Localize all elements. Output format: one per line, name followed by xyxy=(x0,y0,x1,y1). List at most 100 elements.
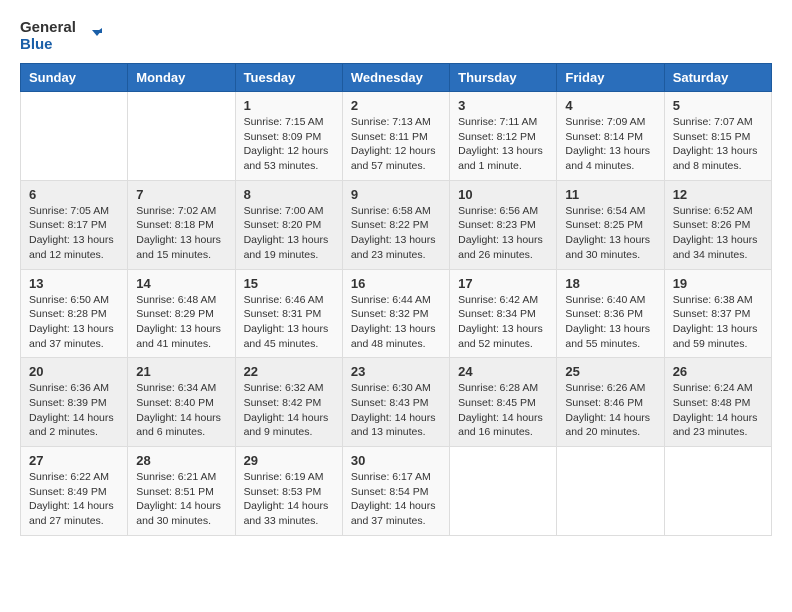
calendar-cell xyxy=(664,447,771,536)
day-number: 4 xyxy=(565,98,655,113)
day-info: Sunrise: 7:13 AM Sunset: 8:11 PM Dayligh… xyxy=(351,115,441,174)
day-number: 21 xyxy=(136,364,226,379)
calendar-day-header: Sunday xyxy=(21,64,128,92)
day-info: Sunrise: 6:34 AM Sunset: 8:40 PM Dayligh… xyxy=(136,381,226,440)
calendar-cell: 25 Sunrise: 6:26 AM Sunset: 8:46 PM Dayli… xyxy=(557,358,664,447)
calendar-cell: 1Sunrise: 7:15 AM Sunset: 8:09 PM Daylig… xyxy=(235,92,342,181)
calendar-cell: 28 Sunrise: 6:21 AM Sunset: 8:51 PM Dayli… xyxy=(128,447,235,536)
day-number: 5 xyxy=(673,98,763,113)
calendar-cell: 9Sunrise: 6:58 AM Sunset: 8:22 PM Daylig… xyxy=(342,180,449,269)
calendar-cell: 20 Sunrise: 6:36 AM Sunset: 8:39 PM Dayli… xyxy=(21,358,128,447)
day-number: 8 xyxy=(244,187,334,202)
day-info: Sunrise: 7:15 AM Sunset: 8:09 PM Dayligh… xyxy=(244,115,334,174)
calendar-cell: 22 Sunrise: 6:32 AM Sunset: 8:42 PM Dayli… xyxy=(235,358,342,447)
calendar-cell: 21 Sunrise: 6:34 AM Sunset: 8:40 PM Dayli… xyxy=(128,358,235,447)
day-info: Sunrise: 6:21 AM Sunset: 8:51 PM Dayligh… xyxy=(136,470,226,529)
day-number: 29 xyxy=(244,453,334,468)
day-info: Sunrise: 7:09 AM Sunset: 8:14 PM Dayligh… xyxy=(565,115,655,174)
page-header: General Blue xyxy=(20,20,772,53)
day-info: Sunrise: 6:22 AM Sunset: 8:49 PM Dayligh… xyxy=(29,470,119,529)
day-number: 20 xyxy=(29,364,119,379)
calendar-day-header: Friday xyxy=(557,64,664,92)
calendar-cell: 29Sunrise: 6:19 AM Sunset: 8:53 PM Dayli… xyxy=(235,447,342,536)
calendar-cell: 30 Sunrise: 6:17 AM Sunset: 8:54 PM Dayli… xyxy=(342,447,449,536)
day-number: 10 xyxy=(458,187,548,202)
calendar-cell: 18Sunrise: 6:40 AM Sunset: 8:36 PM Dayli… xyxy=(557,269,664,358)
calendar-cell: 4 Sunrise: 7:09 AM Sunset: 8:14 PM Daylig… xyxy=(557,92,664,181)
day-info: Sunrise: 6:17 AM Sunset: 8:54 PM Dayligh… xyxy=(351,470,441,529)
day-info: Sunrise: 6:32 AM Sunset: 8:42 PM Dayligh… xyxy=(244,381,334,440)
day-number: 7 xyxy=(136,187,226,202)
day-number: 22 xyxy=(244,364,334,379)
calendar-cell: 15Sunrise: 6:46 AM Sunset: 8:31 PM Dayli… xyxy=(235,269,342,358)
day-info: Sunrise: 6:44 AM Sunset: 8:32 PM Dayligh… xyxy=(351,293,441,352)
logo-bird-icon xyxy=(80,26,102,48)
day-info: Sunrise: 6:36 AM Sunset: 8:39 PM Dayligh… xyxy=(29,381,119,440)
calendar-cell: 17 Sunrise: 6:42 AM Sunset: 8:34 PM Dayli… xyxy=(450,269,557,358)
calendar-cell: 11 Sunrise: 6:54 AM Sunset: 8:25 PM Dayli… xyxy=(557,180,664,269)
logo-general: General xyxy=(20,20,76,37)
calendar-day-header: Wednesday xyxy=(342,64,449,92)
day-info: Sunrise: 6:42 AM Sunset: 8:34 PM Dayligh… xyxy=(458,293,548,352)
calendar-cell: 13 Sunrise: 6:50 AM Sunset: 8:28 PM Dayli… xyxy=(21,269,128,358)
calendar-cell: 27 Sunrise: 6:22 AM Sunset: 8:49 PM Dayli… xyxy=(21,447,128,536)
day-number: 11 xyxy=(565,187,655,202)
day-number: 28 xyxy=(136,453,226,468)
calendar-cell xyxy=(450,447,557,536)
day-number: 9 xyxy=(351,187,441,202)
day-info: Sunrise: 6:40 AM Sunset: 8:36 PM Dayligh… xyxy=(565,293,655,352)
calendar-day-header: Tuesday xyxy=(235,64,342,92)
calendar-cell: 8 Sunrise: 7:00 AM Sunset: 8:20 PM Daylig… xyxy=(235,180,342,269)
day-number: 16 xyxy=(351,276,441,291)
day-number: 3 xyxy=(458,98,548,113)
day-number: 14 xyxy=(136,276,226,291)
day-info: Sunrise: 6:48 AM Sunset: 8:29 PM Dayligh… xyxy=(136,293,226,352)
day-info: Sunrise: 7:02 AM Sunset: 8:18 PM Dayligh… xyxy=(136,204,226,263)
day-number: 26 xyxy=(673,364,763,379)
day-number: 13 xyxy=(29,276,119,291)
day-info: Sunrise: 6:24 AM Sunset: 8:48 PM Dayligh… xyxy=(673,381,763,440)
logo-blue: Blue xyxy=(20,37,76,54)
calendar-header-row: SundayMondayTuesdayWednesdayThursdayFrid… xyxy=(21,64,772,92)
day-info: Sunrise: 7:11 AM Sunset: 8:12 PM Dayligh… xyxy=(458,115,548,174)
calendar-cell xyxy=(128,92,235,181)
calendar-week-row: 1Sunrise: 7:15 AM Sunset: 8:09 PM Daylig… xyxy=(21,92,772,181)
day-info: Sunrise: 6:38 AM Sunset: 8:37 PM Dayligh… xyxy=(673,293,763,352)
day-number: 25 xyxy=(565,364,655,379)
calendar-cell: 16 Sunrise: 6:44 AM Sunset: 8:32 PM Dayli… xyxy=(342,269,449,358)
day-number: 19 xyxy=(673,276,763,291)
day-number: 17 xyxy=(458,276,548,291)
logo: General Blue xyxy=(20,20,102,53)
calendar-cell: 10Sunrise: 6:56 AM Sunset: 8:23 PM Dayli… xyxy=(450,180,557,269)
calendar-day-header: Thursday xyxy=(450,64,557,92)
day-number: 12 xyxy=(673,187,763,202)
calendar-cell xyxy=(557,447,664,536)
calendar-cell: 6Sunrise: 7:05 AM Sunset: 8:17 PM Daylig… xyxy=(21,180,128,269)
day-info: Sunrise: 6:26 AM Sunset: 8:46 PM Dayligh… xyxy=(565,381,655,440)
calendar-cell: 24Sunrise: 6:28 AM Sunset: 8:45 PM Dayli… xyxy=(450,358,557,447)
day-info: Sunrise: 6:46 AM Sunset: 8:31 PM Dayligh… xyxy=(244,293,334,352)
day-number: 30 xyxy=(351,453,441,468)
day-info: Sunrise: 7:07 AM Sunset: 8:15 PM Dayligh… xyxy=(673,115,763,174)
calendar-cell: 5 Sunrise: 7:07 AM Sunset: 8:15 PM Daylig… xyxy=(664,92,771,181)
day-info: Sunrise: 6:50 AM Sunset: 8:28 PM Dayligh… xyxy=(29,293,119,352)
day-number: 2 xyxy=(351,98,441,113)
day-number: 23 xyxy=(351,364,441,379)
calendar-week-row: 6Sunrise: 7:05 AM Sunset: 8:17 PM Daylig… xyxy=(21,180,772,269)
calendar-cell: 7 Sunrise: 7:02 AM Sunset: 8:18 PM Daylig… xyxy=(128,180,235,269)
day-info: Sunrise: 6:54 AM Sunset: 8:25 PM Dayligh… xyxy=(565,204,655,263)
calendar-table: SundayMondayTuesdayWednesdayThursdayFrid… xyxy=(20,63,772,536)
calendar-week-row: 13 Sunrise: 6:50 AM Sunset: 8:28 PM Dayli… xyxy=(21,269,772,358)
calendar-cell xyxy=(21,92,128,181)
calendar-cell: 12Sunrise: 6:52 AM Sunset: 8:26 PM Dayli… xyxy=(664,180,771,269)
day-info: Sunrise: 7:00 AM Sunset: 8:20 PM Dayligh… xyxy=(244,204,334,263)
day-number: 6 xyxy=(29,187,119,202)
calendar-day-header: Monday xyxy=(128,64,235,92)
calendar-week-row: 27 Sunrise: 6:22 AM Sunset: 8:49 PM Dayli… xyxy=(21,447,772,536)
calendar-day-header: Saturday xyxy=(664,64,771,92)
calendar-cell: 23 Sunrise: 6:30 AM Sunset: 8:43 PM Dayli… xyxy=(342,358,449,447)
day-info: Sunrise: 6:30 AM Sunset: 8:43 PM Dayligh… xyxy=(351,381,441,440)
day-info: Sunrise: 6:28 AM Sunset: 8:45 PM Dayligh… xyxy=(458,381,548,440)
calendar-cell: 2 Sunrise: 7:13 AM Sunset: 8:11 PM Daylig… xyxy=(342,92,449,181)
day-number: 27 xyxy=(29,453,119,468)
